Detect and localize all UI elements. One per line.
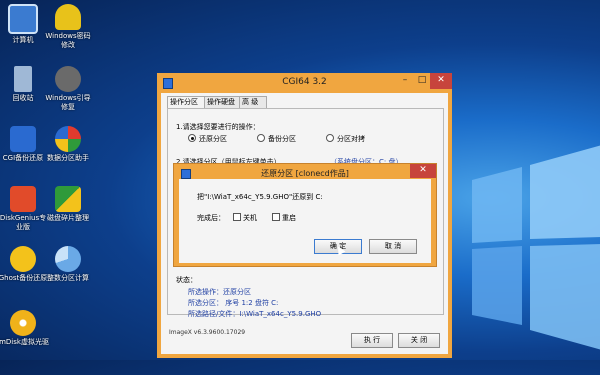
desktop-icon-defrag[interactable]: 磁盘碎片整理 bbox=[42, 186, 94, 223]
radio-copy-label: 分区对拷 bbox=[337, 135, 365, 143]
cgi-icon bbox=[10, 126, 36, 152]
restore-dialog: 还原分区 [clonecd作品] ✕ 把"I:\WiaT_x64c_Y5.9.G… bbox=[173, 163, 437, 267]
status-partition: 所选分区： 序号 1:2 盘符 C: bbox=[188, 299, 279, 307]
radio-backup-label: 备份分区 bbox=[268, 135, 296, 143]
shutdown-label: 关机 bbox=[243, 214, 257, 222]
close-window-button[interactable]: ✕ bbox=[430, 73, 452, 89]
diskgenius-icon bbox=[10, 186, 36, 212]
desktop-icon-boot-repair[interactable]: Windows引导修复 bbox=[42, 66, 94, 112]
desktop-icon-windows-password[interactable]: Windows密码修改 bbox=[42, 4, 94, 50]
execute-button[interactable]: 执 行 bbox=[351, 333, 393, 348]
close-button[interactable]: 关 闭 bbox=[398, 333, 440, 348]
desktop-icon-partition-calc[interactable]: 整数分区计算 bbox=[42, 246, 94, 283]
radio-backup[interactable] bbox=[257, 134, 265, 142]
radio-restore-label: 还原分区 bbox=[199, 135, 227, 143]
key-icon bbox=[55, 4, 81, 30]
windows-logo bbox=[472, 145, 600, 350]
cancel-button[interactable]: 取 消 bbox=[369, 239, 417, 254]
restart-checkbox[interactable] bbox=[272, 213, 280, 221]
version-label: ImageX v6.3.9600.17029 bbox=[169, 329, 246, 336]
shutdown-checkbox[interactable] bbox=[233, 213, 241, 221]
radio-copy[interactable] bbox=[326, 134, 334, 142]
tab-operate-disk[interactable]: 操作硬盘 bbox=[204, 96, 240, 108]
status-operation: 所选操作：还原分区 bbox=[188, 288, 251, 296]
partition-assistant-icon bbox=[55, 126, 81, 152]
defrag-icon bbox=[55, 186, 81, 212]
tab-advanced[interactable]: 高 级 bbox=[239, 96, 267, 108]
pie-chart-icon bbox=[55, 246, 81, 272]
dialog-close-button[interactable]: ✕ bbox=[410, 164, 436, 178]
minimize-button[interactable]: – bbox=[397, 73, 413, 89]
gear-icon bbox=[55, 66, 81, 92]
ghost-icon bbox=[10, 246, 36, 272]
desktop-icon-imdisk[interactable]: ImDisk虚拟光驱 bbox=[0, 310, 49, 347]
computer-icon bbox=[8, 4, 38, 34]
after-completion-label: 完成后： bbox=[197, 214, 225, 222]
disc-icon bbox=[10, 310, 36, 336]
status-label: 状态： bbox=[176, 276, 197, 284]
dialog-message: 把"I:\WiaT_x64c_Y5.9.GHO"还原到 C: bbox=[197, 193, 323, 201]
restart-label: 重启 bbox=[282, 214, 296, 222]
step1-label: 1.请选择您要进行的操作： bbox=[176, 123, 260, 131]
window-titlebar[interactable]: CGI64 3.2 – □ ✕ bbox=[157, 73, 452, 92]
dialog-client: 把"I:\WiaT_x64c_Y5.9.GHO"还原到 C: 完成后： 关机 重… bbox=[179, 179, 431, 263]
desktop-icon-partition-assistant[interactable]: 数据分区助手 bbox=[42, 126, 94, 163]
maximize-button[interactable]: □ bbox=[414, 73, 430, 89]
radio-restore[interactable] bbox=[188, 134, 196, 142]
recycle-bin-icon bbox=[14, 66, 32, 92]
dialog-title: 还原分区 [clonecd作品] bbox=[261, 169, 349, 178]
status-path: 所选路径/文件：I:\WiaT_x64c_Y5.9.GHO bbox=[188, 310, 322, 318]
